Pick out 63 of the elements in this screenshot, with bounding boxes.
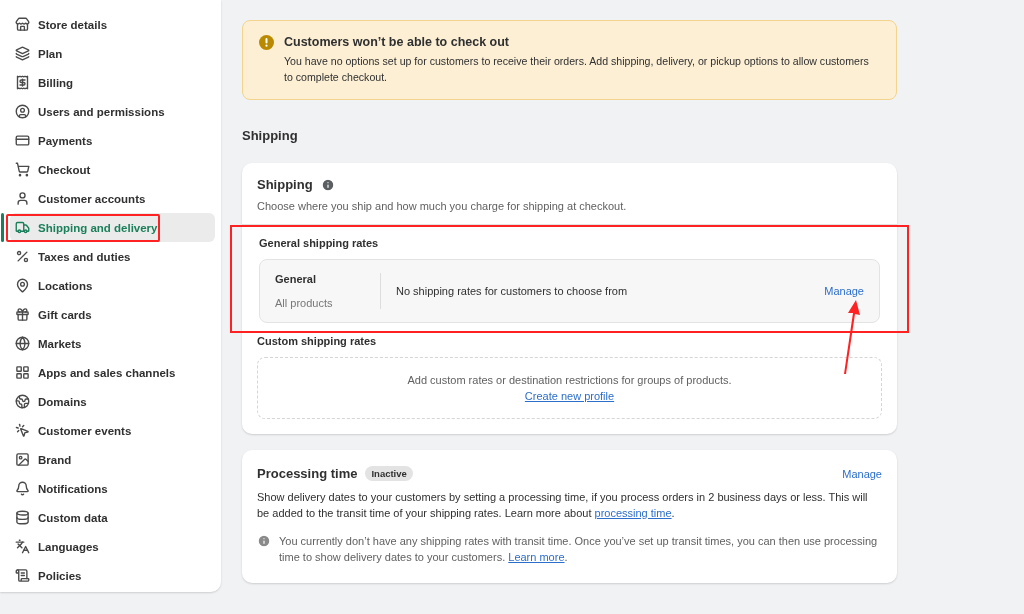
processing-time-link[interactable]: processing time bbox=[594, 507, 672, 519]
note-text: You currently don’t have any shipping rates with transit time. Once you’ve set up transit times, you can then use processing time to show delivery dates to your customers. Learn more. bbox=[279, 534, 879, 565]
status-badge: Inactive bbox=[365, 466, 413, 481]
sidebar-item[interactable]: Users and permissions bbox=[10, 97, 215, 126]
card-title: Shipping bbox=[257, 177, 313, 192]
rates-heading: General shipping rates bbox=[259, 237, 380, 249]
sidebar-item[interactable]: Languages bbox=[10, 532, 215, 561]
learn-more-link[interactable]: Learn more bbox=[508, 551, 565, 563]
section-title: Shipping bbox=[242, 128, 299, 143]
image-icon bbox=[15, 452, 30, 467]
sidebar-item[interactable]: Gift cards bbox=[10, 300, 215, 329]
rates-heading: Custom shipping rates bbox=[257, 335, 378, 347]
profile-name: General bbox=[275, 273, 317, 285]
sidebar-item[interactable]: Policies bbox=[10, 561, 215, 590]
truck-icon bbox=[15, 220, 30, 235]
sidebar-item[interactable]: Customer events bbox=[10, 416, 215, 445]
banner-title: Customers won’t be able to check out bbox=[284, 35, 511, 49]
manage-link[interactable]: Manage bbox=[842, 467, 882, 480]
sidebar-item[interactable]: Markets bbox=[10, 329, 215, 358]
cart-icon bbox=[15, 162, 30, 177]
percent-icon bbox=[15, 249, 30, 264]
sidebar-item[interactable]: Checkout bbox=[10, 155, 215, 184]
sidebar-item[interactable]: Customer accounts bbox=[10, 184, 215, 213]
sidebar-item[interactable]: Notifications bbox=[10, 474, 215, 503]
card-subtitle: Choose where you ship and how much you charge for shipping at checkout. bbox=[257, 200, 628, 212]
sidebar-item[interactable]: Locations bbox=[10, 271, 215, 300]
description-text: Show delivery dates to your customers by setting a processing time, if you process orders in 2 business days or less. This will be added to the transit time of your shipping rates. Learn more about processing time. bbox=[257, 490, 869, 521]
empty-text: Add custom rates or destination restrictions for groups of products. bbox=[407, 374, 732, 386]
translate-icon bbox=[15, 539, 30, 554]
sidebar-item[interactable]: Payments bbox=[10, 126, 215, 155]
pointer-click-icon bbox=[15, 423, 30, 438]
profile-scope: All products bbox=[275, 297, 334, 309]
create-profile-link[interactable]: Create new profile bbox=[524, 390, 615, 402]
sidebar-item[interactable]: Store details bbox=[10, 10, 215, 39]
credit-card-icon bbox=[15, 133, 30, 148]
scroll-icon bbox=[15, 568, 30, 583]
person-icon bbox=[15, 191, 30, 206]
grid-icon bbox=[15, 365, 30, 380]
sidebar-item[interactable]: Domains bbox=[10, 387, 215, 416]
selection-bar bbox=[1, 213, 4, 242]
gift-icon bbox=[15, 307, 30, 322]
sidebar-item[interactable]: Taxes and duties bbox=[10, 242, 215, 271]
card-title: Processing time bbox=[257, 466, 358, 481]
sidebar-item[interactable]: Brand bbox=[10, 445, 215, 474]
globe-icon bbox=[15, 394, 30, 409]
storefront-icon bbox=[15, 17, 30, 32]
sidebar-item[interactable]: Plan bbox=[10, 39, 215, 68]
receipt-icon bbox=[15, 75, 30, 90]
info-icon bbox=[320, 177, 335, 192]
map-pin-icon bbox=[15, 278, 30, 293]
bell-icon bbox=[15, 481, 30, 496]
sidebar-item[interactable]: Custom data bbox=[10, 503, 215, 532]
database-icon bbox=[15, 510, 30, 525]
globe-icon bbox=[15, 336, 30, 351]
layers-icon bbox=[15, 46, 30, 61]
warning-icon bbox=[259, 35, 274, 50]
manage-link[interactable]: Manage bbox=[824, 285, 864, 297]
rates-status: No shipping rates for customers to choose from bbox=[396, 285, 629, 297]
sidebar-item[interactable]: Apps and sales channels bbox=[10, 358, 215, 387]
info-icon bbox=[257, 534, 271, 548]
user-circle-icon bbox=[15, 104, 30, 119]
sidebar-item[interactable]: Billing bbox=[10, 68, 215, 97]
banner-text: You have no options set up for customers to receive their orders. Add shipping, delivery, or pickup options to allow customers to complete checkout. bbox=[284, 54, 870, 85]
